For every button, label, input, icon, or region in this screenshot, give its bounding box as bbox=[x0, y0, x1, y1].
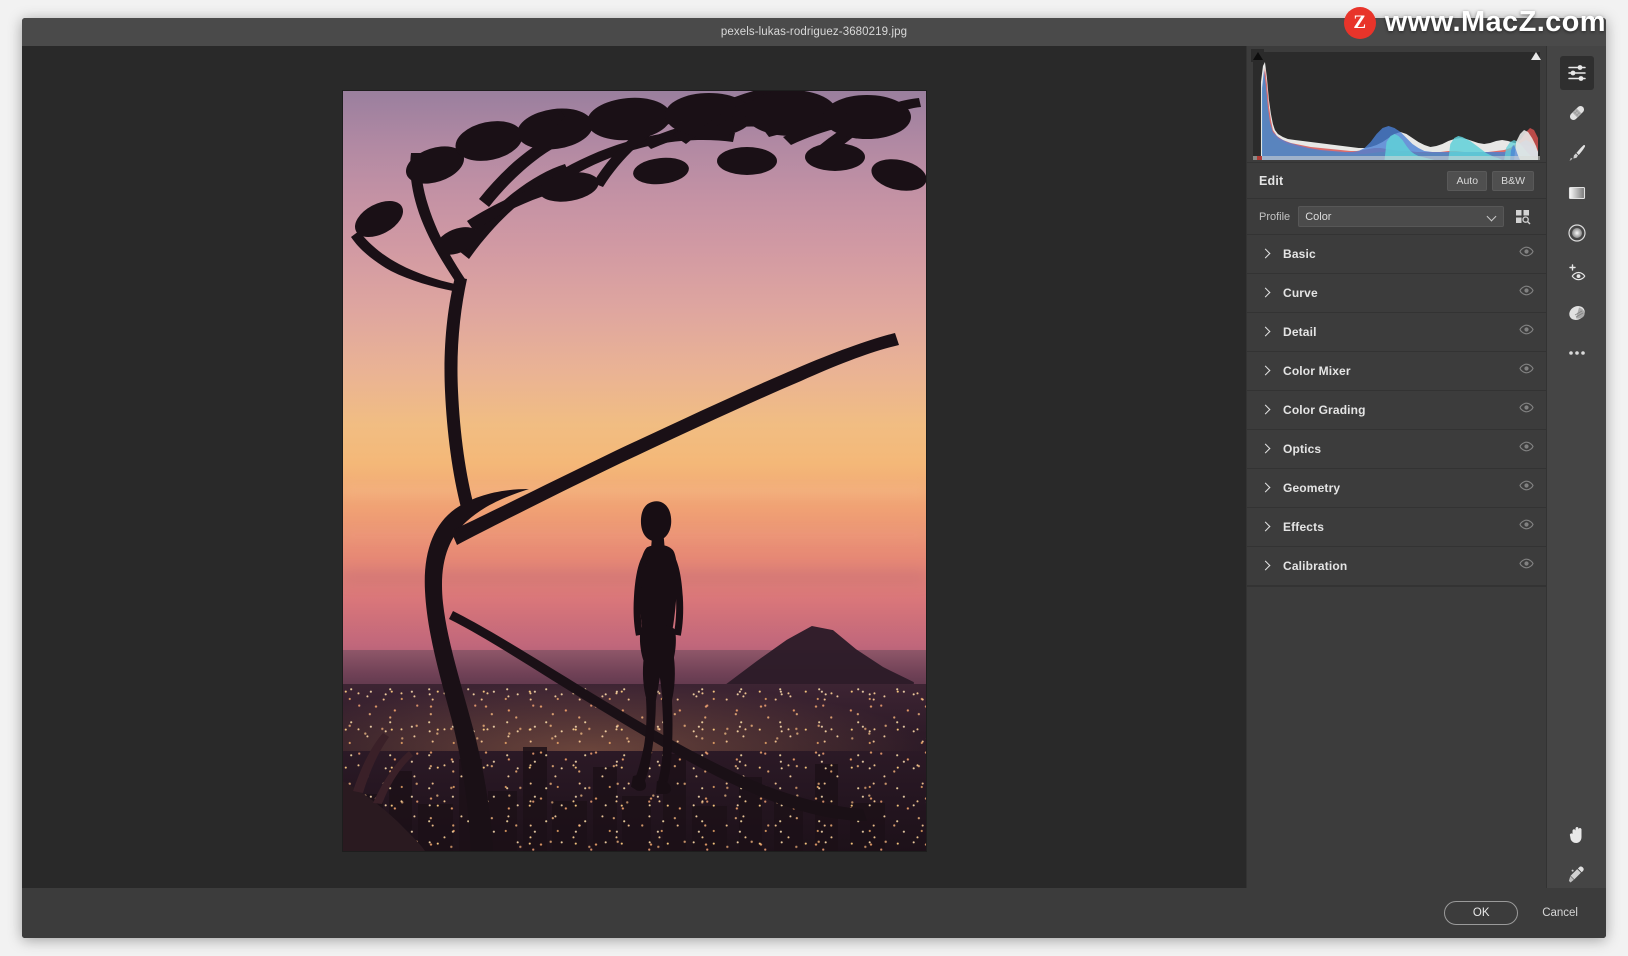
chevron-right-icon bbox=[1261, 483, 1271, 493]
chevron-right-icon bbox=[1261, 366, 1271, 376]
site-watermark: Z www.MacZ.com bbox=[1343, 6, 1606, 39]
chevron-right-icon bbox=[1261, 444, 1271, 454]
eye-icon[interactable] bbox=[1519, 478, 1534, 498]
section-label: Curve bbox=[1283, 286, 1318, 300]
section-label: Color Grading bbox=[1283, 403, 1366, 417]
tool-rail-top-group bbox=[1559, 56, 1594, 376]
right-tool-rail bbox=[1546, 46, 1606, 938]
ellipsis-icon[interactable] bbox=[1560, 336, 1594, 370]
section-label: Detail bbox=[1283, 325, 1317, 339]
section-geometry[interactable]: Geometry bbox=[1247, 469, 1546, 508]
section-detail[interactable]: Detail bbox=[1247, 313, 1546, 352]
image-canvas-area: 21% bbox=[22, 46, 1246, 938]
edit-panel-header: Edit Auto B&W bbox=[1247, 162, 1546, 198]
histogram-section bbox=[1247, 46, 1546, 162]
image-viewport[interactable] bbox=[22, 46, 1246, 896]
chevron-right-icon bbox=[1261, 522, 1271, 532]
bw-button[interactable]: B&W bbox=[1492, 170, 1534, 191]
chevron-right-icon bbox=[1261, 405, 1271, 415]
shadow-clipping-triangle-icon[interactable] bbox=[1251, 49, 1264, 62]
bandage-icon[interactable] bbox=[1560, 96, 1594, 130]
section-label: Optics bbox=[1283, 442, 1322, 456]
chevron-right-icon bbox=[1261, 288, 1271, 298]
eye-icon[interactable] bbox=[1519, 283, 1534, 303]
highlight-clipping-triangle-icon[interactable] bbox=[1529, 49, 1542, 62]
section-curve[interactable]: Curve bbox=[1247, 274, 1546, 313]
edit-panel-title: Edit bbox=[1259, 173, 1284, 188]
section-label: Basic bbox=[1283, 247, 1316, 261]
panel-empty-space bbox=[1247, 586, 1546, 938]
hand-icon[interactable] bbox=[1560, 818, 1594, 852]
auto-button[interactable]: Auto bbox=[1447, 170, 1488, 191]
profile-select[interactable]: Color bbox=[1298, 206, 1504, 227]
chevron-right-icon bbox=[1261, 561, 1271, 571]
radial-gradient-icon[interactable] bbox=[1560, 216, 1594, 250]
window-body: 21% bbox=[22, 46, 1606, 938]
dialog-footer: OK Cancel bbox=[22, 888, 1606, 938]
photo-preview[interactable] bbox=[342, 91, 926, 851]
horizon-haze bbox=[342, 486, 926, 497]
section-label: Color Mixer bbox=[1283, 364, 1351, 378]
red-eye-icon[interactable] bbox=[1560, 256, 1594, 290]
section-label: Calibration bbox=[1283, 559, 1348, 573]
eye-icon[interactable] bbox=[1519, 439, 1534, 459]
chevron-down-icon bbox=[1488, 212, 1497, 221]
eye-icon[interactable] bbox=[1519, 322, 1534, 342]
camera-raw-window: pexels-lukas-rodriguez-3680219.jpg Edit … bbox=[22, 18, 1606, 938]
histogram-plot[interactable] bbox=[1253, 52, 1540, 160]
ok-button[interactable]: OK bbox=[1444, 901, 1519, 925]
section-calibration[interactable]: Calibration bbox=[1247, 547, 1546, 586]
profile-row: Profile Color bbox=[1247, 198, 1546, 234]
section-effects[interactable]: Effects bbox=[1247, 508, 1546, 547]
section-color-grading[interactable]: Color Grading bbox=[1247, 391, 1546, 430]
eyedropper-icon[interactable] bbox=[1560, 858, 1594, 892]
section-label: Geometry bbox=[1283, 481, 1341, 495]
eye-icon[interactable] bbox=[1519, 244, 1534, 264]
eye-icon[interactable] bbox=[1519, 517, 1534, 537]
section-optics[interactable]: Optics bbox=[1247, 430, 1546, 469]
window-title: pexels-lukas-rodriguez-3680219.jpg bbox=[720, 26, 908, 38]
watermark-badge: Z bbox=[1343, 6, 1376, 39]
eye-icon[interactable] bbox=[1519, 361, 1534, 381]
eye-icon[interactable] bbox=[1519, 400, 1534, 420]
mask-blob-icon[interactable] bbox=[1560, 296, 1594, 330]
paintbrush-icon[interactable] bbox=[1560, 136, 1594, 170]
section-label: Effects bbox=[1283, 520, 1325, 534]
sliders-icon[interactable] bbox=[1559, 56, 1594, 90]
chevron-right-icon bbox=[1261, 327, 1271, 337]
section-basic[interactable]: Basic bbox=[1247, 235, 1546, 274]
edit-panel: Edit Auto B&W Profile Color Basic Curve … bbox=[1246, 46, 1546, 938]
chevron-right-icon bbox=[1261, 249, 1271, 259]
profile-label: Profile bbox=[1259, 210, 1291, 223]
edit-sections-list: Basic Curve Detail Color Mixer Color Grading… bbox=[1247, 234, 1546, 586]
profile-browser-grid-icon[interactable] bbox=[1512, 206, 1534, 227]
profile-value: Color bbox=[1305, 210, 1332, 223]
person-silhouette bbox=[619, 498, 695, 794]
section-color-mixer[interactable]: Color Mixer bbox=[1247, 352, 1546, 391]
linear-gradient-icon[interactable] bbox=[1560, 176, 1594, 210]
cancel-button[interactable]: Cancel bbox=[1542, 907, 1578, 919]
eye-icon[interactable] bbox=[1519, 556, 1534, 576]
watermark-text: www.MacZ.com bbox=[1384, 6, 1606, 38]
